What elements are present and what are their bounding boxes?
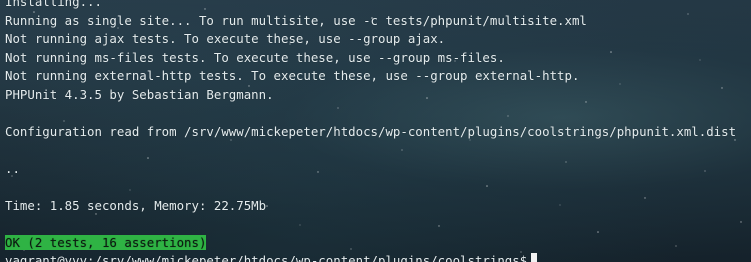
output-line: Installing... — [5, 0, 102, 9]
output-line: Running as single site... To run multisi… — [5, 12, 587, 28]
output-line: Configuration read from /srv/www/mickepe… — [5, 123, 737, 139]
output-line: Not running ms-files tests. To execute t… — [5, 49, 505, 65]
text-cursor — [531, 253, 538, 262]
output-line: PHPUnit 4.3.5 by Sebastian Bergmann. — [5, 86, 274, 102]
terminal-output: Installing... Running as single site... … — [5, 0, 749, 262]
output-line: Time: 1.85 seconds, Memory: 22.75Mb — [5, 197, 267, 213]
output-line: .. — [5, 160, 20, 176]
test-result-line: OK (2 tests, 16 assertions) — [5, 234, 749, 253]
prompt-line[interactable]: vagrant@vvv:/srv/www/mickepeter/htdocs/w… — [5, 252, 749, 262]
terminal-window[interactable]: Installing... Running as single site... … — [0, 0, 751, 262]
output-line: Not running external-http tests. To exec… — [5, 68, 580, 83]
shell-prompt: vagrant@vvv:/srv/www/mickepeter/htdocs/w… — [5, 253, 528, 262]
test-result-badge: OK (2 tests, 16 assertions) — [5, 234, 207, 250]
output-line: Not running ajax tests. To execute these… — [5, 31, 446, 46]
